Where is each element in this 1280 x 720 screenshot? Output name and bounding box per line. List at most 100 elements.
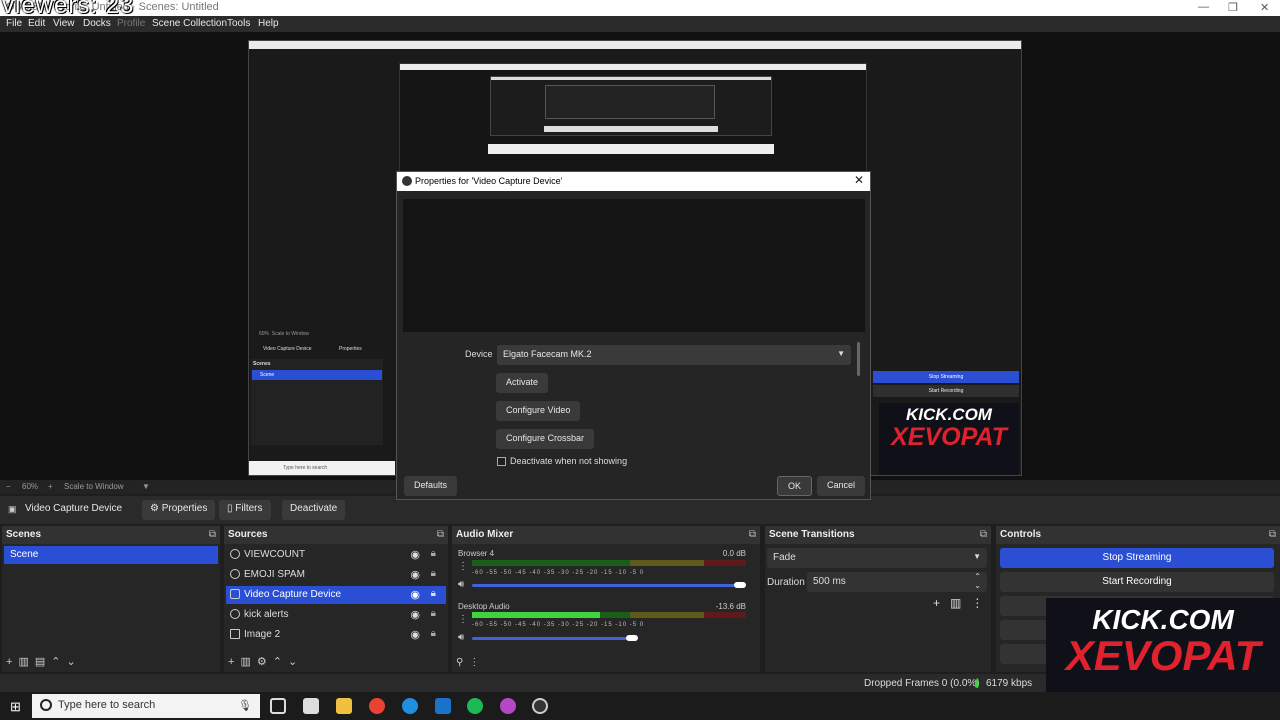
undock-icon[interactable]: ⧉ [1269,529,1276,540]
scale-to-window[interactable]: Scale to Window [64,482,124,491]
configure-video-button[interactable]: Configure Video [496,401,581,421]
defaults-button[interactable]: Defaults [404,476,458,496]
link-icon[interactable]: ⚲ [456,657,469,668]
windows-start-icon[interactable]: ⊞ [10,699,21,715]
kebab-icon[interactable]: ⋮ [458,561,468,572]
dialog-scrollbar[interactable] [857,342,860,376]
chrome-icon[interactable] [369,698,385,714]
lock-icon[interactable]: 🔒︎ [431,548,436,559]
undock-icon[interactable]: ⧉ [437,529,444,540]
scene-item[interactable]: Scene [4,546,218,564]
configure-crossbar-button[interactable]: Configure Crossbar [496,429,595,449]
minimize-icon[interactable]: — [1198,1,1209,13]
menu-docks[interactable]: Docks [83,18,111,29]
speaker-icon[interactable]: 🔊︎ [458,632,464,643]
source-item-selected[interactable]: Video Capture Device ◉ 🔒︎ [226,586,446,604]
volume-slider[interactable] [472,637,632,640]
eye-icon[interactable]: ◉ [410,608,420,621]
eye-icon[interactable]: ◉ [410,548,420,561]
menu-profile[interactable]: Profile [117,18,145,29]
ok-button[interactable]: OK [777,476,813,496]
lock-icon[interactable]: 🔒︎ [431,628,436,639]
eye-icon[interactable]: ◉ [410,568,420,581]
stop-streaming-button[interactable]: Stop Streaming [1000,548,1274,568]
duration-input[interactable]: 500 ms ⌃ ⌄ [807,572,987,592]
store-icon[interactable] [303,698,319,714]
zoom-in-icon[interactable]: + [48,482,53,491]
menu-tools[interactable]: Tools [227,18,250,29]
transition-select[interactable]: Fade ▼ [767,548,987,568]
chevron-up-icon[interactable]: ⌃ [273,656,288,668]
spotify-icon[interactable] [467,698,483,714]
gear-icon: ⚙ [150,503,162,514]
close-icon[interactable]: ✕ [854,173,864,187]
cancel-button[interactable]: Cancel [817,476,866,496]
volume-knob[interactable] [734,582,746,588]
filters-button[interactable]: ▯ Filters [219,500,271,520]
source-item[interactable]: EMOJI SPAM ◉ 🔒︎ [226,566,446,584]
nested-taskbar-search: Type here to search [249,461,395,475]
add-icon[interactable]: + [228,656,240,668]
kebab-icon[interactable]: ⋮ [458,614,468,625]
volume-knob[interactable] [626,635,638,641]
source-item[interactable]: Image 2 ◉ 🔒︎ [226,626,446,644]
undock-icon[interactable]: ⧉ [980,529,987,540]
lock-icon[interactable]: 🔒︎ [431,568,436,579]
menu-edit[interactable]: Edit [28,18,45,29]
menu-help[interactable]: Help [258,18,279,29]
spinner-icon[interactable]: ⌃ ⌄ [974,572,981,590]
nested-zoombar: 60% Scale to Window [259,331,310,337]
mail-icon[interactable] [435,698,451,714]
microphone-icon[interactable]: 🎙︎ [238,699,252,712]
lock-icon[interactable]: 🔒︎ [431,588,436,599]
add-icon[interactable]: + [6,656,18,668]
undock-icon[interactable]: ⧉ [209,529,216,540]
kebab-icon[interactable]: ⋮ [469,657,485,668]
nested-start-recording: Start Recording [873,385,1019,397]
close-icon[interactable]: ✕ [1260,1,1269,14]
deactivate-button[interactable]: Deactivate [282,500,346,520]
edge-icon[interactable] [402,698,418,714]
chevron-down-icon[interactable]: ⌄ [66,656,81,668]
menu-scene-collection[interactable]: Scene Collection [152,18,227,29]
speaker-icon[interactable]: 🔊︎ [458,579,464,590]
file-explorer-icon[interactable] [336,698,352,714]
device-select[interactable]: Elgato Facecam MK.2 ▼ [497,345,851,365]
undock-icon[interactable]: ⧉ [749,529,756,540]
taskbar-search[interactable]: Type here to search 🎙︎ [32,694,260,718]
eye-icon[interactable]: ◉ [410,588,420,601]
eye-icon[interactable]: ◉ [410,628,420,641]
menu-view[interactable]: View [53,18,75,29]
sources-dock: Sources ⧉ VIEWCOUNT ◉ 🔒︎ EMOJI SPAM ◉ 🔒︎ Vid… [224,526,448,672]
chevron-down-icon[interactable]: ▼ [142,482,150,491]
kebab-icon[interactable]: ⋮ [971,596,993,610]
messenger-icon[interactable] [500,698,516,714]
maximize-icon[interactable]: ❐ [1228,1,1238,14]
volume-slider[interactable] [472,584,742,587]
properties-button[interactable]: ⚙ Properties [142,500,216,520]
start-recording-button[interactable]: Start Recording [1000,572,1274,592]
filter-icon[interactable]: ▤ [35,656,51,668]
trash-icon[interactable]: ▥ [240,656,256,668]
zoom-out-icon[interactable]: − [6,482,11,491]
menu-file[interactable]: File [6,18,22,29]
add-icon[interactable]: + [933,596,950,610]
scenes-title: Scenes [6,529,42,540]
gear-icon[interactable]: ⚙ [257,656,273,668]
task-view-icon[interactable] [270,698,286,714]
chevron-down-icon[interactable]: ⌄ [288,656,303,668]
deactivate-checkbox-label[interactable]: Deactivate when not showing [510,456,627,466]
scene-transitions-title: Scene Transitions [769,529,855,540]
lock-icon[interactable]: 🔒︎ [431,608,436,619]
audio-mixer-dock: Audio Mixer ⧉ Browser 4 0.0 dB ⋮ -60 -55… [452,526,760,672]
deactivate-checkbox[interactable] [497,457,506,466]
source-item[interactable]: VIEWCOUNT ◉ 🔒︎ [226,546,446,564]
trash-icon[interactable]: ▥ [18,656,34,668]
obs-icon[interactable] [532,698,548,714]
bitrate: 6179 kbps [986,678,1033,689]
activate-button[interactable]: Activate [496,373,549,393]
trash-icon[interactable]: ▥ [950,596,971,610]
chevron-up-icon[interactable]: ⌃ [51,656,66,668]
zoom-level[interactable]: 60% [22,482,38,491]
source-item[interactable]: kick alerts ◉ 🔒︎ [226,606,446,624]
